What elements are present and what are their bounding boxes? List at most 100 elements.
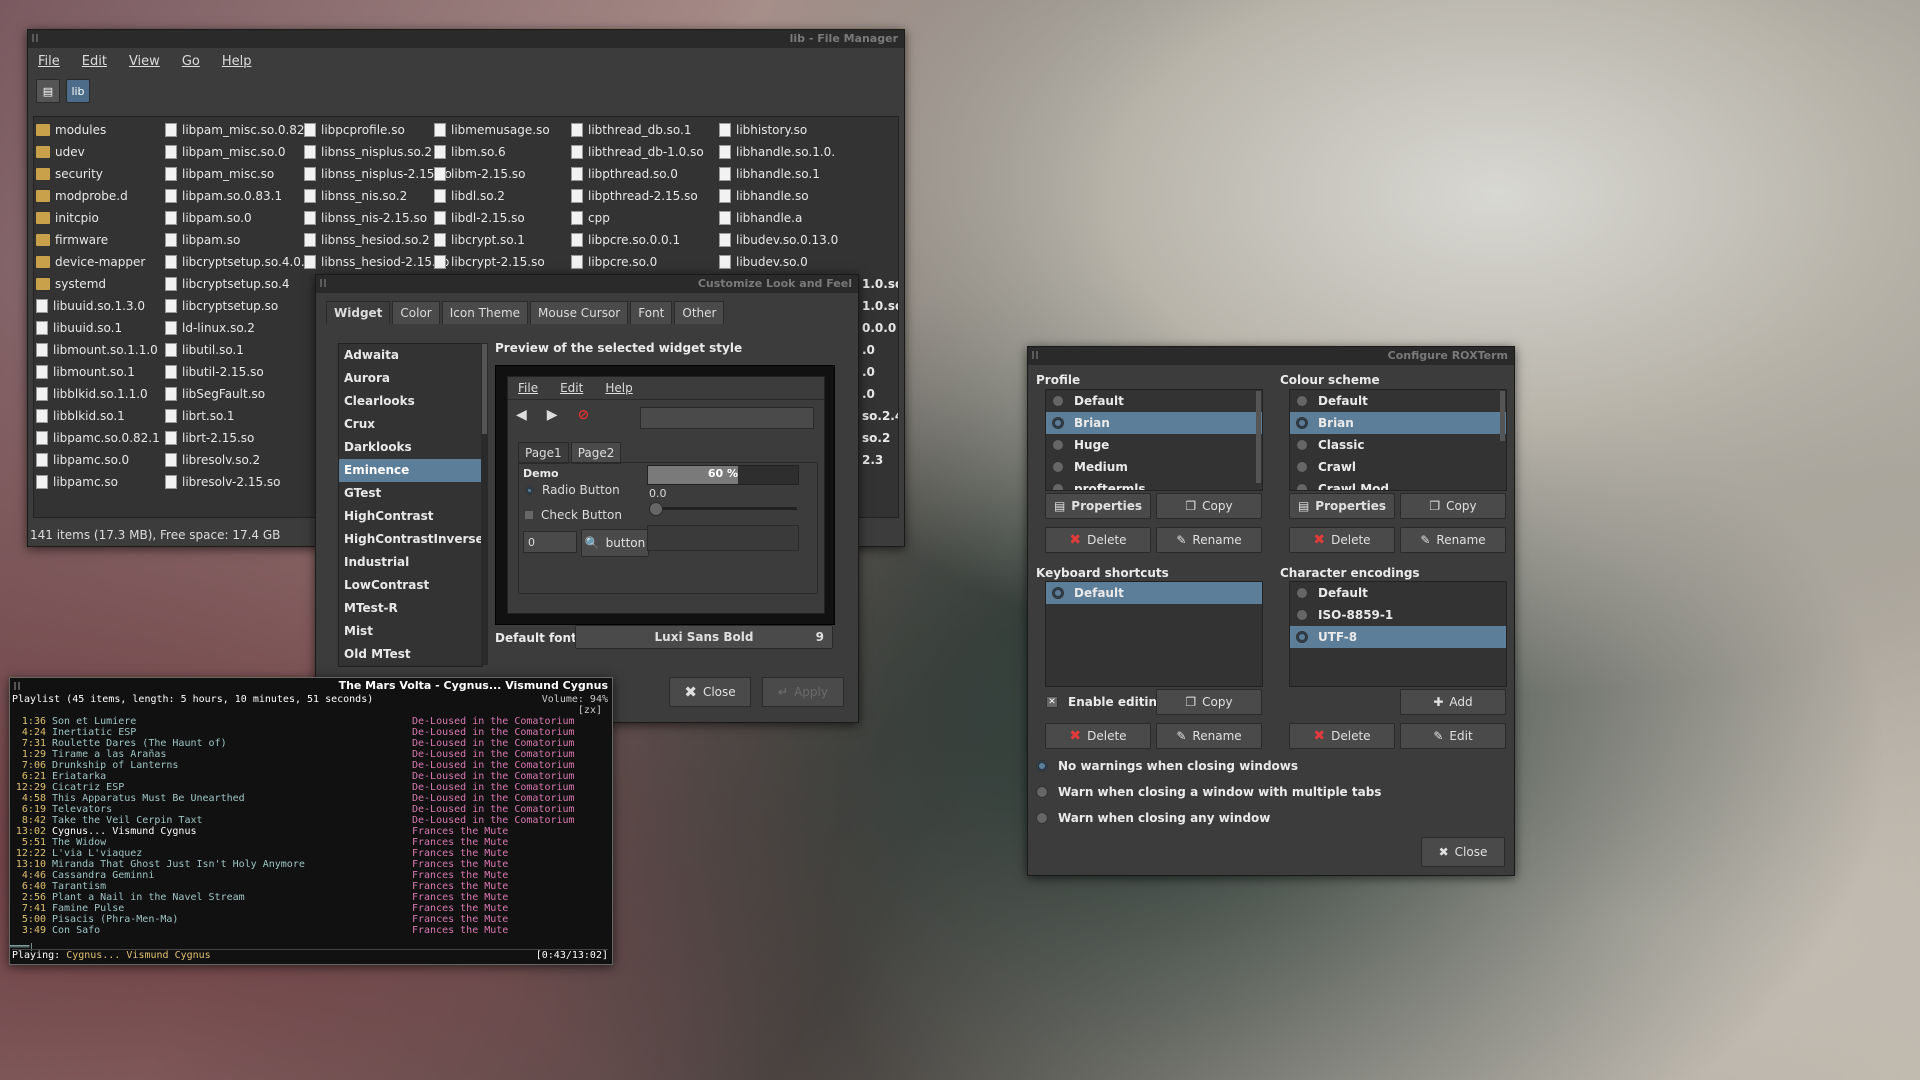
file-item[interactable]: libpam_misc.so.0.82.0 (165, 119, 316, 141)
file-item[interactable]: libpthread.so.0 (571, 163, 704, 185)
theme-item[interactable]: HighContrastInverse (339, 528, 482, 551)
playlist-row[interactable]: 4:58 This Apparatus Must Be Unearthed De-L… (12, 793, 612, 804)
profile-scrollbar[interactable] (1256, 391, 1261, 483)
file-item[interactable]: libnss_nis.so.2 (304, 185, 452, 207)
playlist-row[interactable]: 5:51 The Widow Frances the Mute (12, 837, 612, 848)
file-item[interactable]: libpam_misc.so.0 (165, 141, 316, 163)
encodings-list[interactable]: Default ISO-8859-1 UTF-8 (1289, 581, 1507, 687)
theme-item[interactable]: Mist (339, 620, 482, 643)
folder-item[interactable]: firmware (36, 229, 160, 251)
file-item[interactable]: libdl-2.15.so (434, 207, 550, 229)
playlist-row[interactable]: 1:36 Son et Lumiere De-Loused in the Comat… (12, 716, 612, 727)
file-item[interactable]: libmount.so.1 (36, 361, 160, 383)
shortcut-copy-button[interactable]: ❐ Copy (1156, 689, 1262, 715)
file-item[interactable]: libnss_hesiod.so.2 (304, 229, 452, 251)
warn-option-none[interactable]: No warnings when closing windows (1036, 759, 1298, 773)
warn-option-multiple-tabs[interactable]: Warn when closing a window with multiple… (1036, 785, 1381, 799)
file-item[interactable]: libresolv.so.2 (165, 449, 316, 471)
colour-scheme-item[interactable]: Crawl (1290, 456, 1506, 478)
folder-item[interactable]: device-mapper (36, 251, 160, 273)
music-player-terminal[interactable]: The Mars Volta - Cygnus... Vismund Cygnu… (9, 677, 613, 965)
file-item[interactable]: libresolv-2.15.so (165, 471, 316, 493)
scale-handle[interactable] (649, 502, 663, 516)
playlist-row[interactable]: 7:41 Famine Pulse Frances the Mute (12, 903, 612, 914)
theme-item[interactable]: HighContrast (339, 505, 482, 528)
playlist-row[interactable]: 6:40 Tarantism Frances the Mute (12, 881, 612, 892)
profile-properties-button[interactable]: ▤ Properties (1045, 493, 1151, 519)
file-item[interactable]: libpam.so.0.83.1 (165, 185, 316, 207)
theme-item[interactable]: Clearlooks (339, 390, 482, 413)
file-item[interactable]: libpam_misc.so (165, 163, 316, 185)
profile-delete-button[interactable]: ✖ Delete (1045, 527, 1151, 553)
menu-view[interactable]: View (129, 54, 160, 69)
file-item[interactable]: libSegFault.so (165, 383, 316, 405)
file-item[interactable]: libnss_hesiod-2.15.so (304, 251, 452, 273)
tab-color[interactable]: Color (392, 301, 440, 324)
file-item[interactable]: libblkid.so.1 (36, 405, 160, 427)
grip-icon[interactable] (320, 279, 328, 287)
playlist-row[interactable]: 2:56 Plant a Nail in the Navel Stream Fran… (12, 892, 612, 903)
drive-icon[interactable]: ▤ (36, 79, 60, 103)
tab-mouse-cursor[interactable]: Mouse Cursor (530, 301, 629, 324)
profile-item[interactable]: Brian (1046, 412, 1262, 434)
playlist-row[interactable]: 5:00 Pisacis (Phra-Men-Ma) Frances the Mut… (12, 914, 612, 925)
tab-icon-theme[interactable]: Icon Theme (441, 301, 529, 324)
preview-entry[interactable] (640, 407, 814, 429)
file-item[interactable]: libhistory.so (719, 119, 838, 141)
demo-combo[interactable] (647, 525, 799, 551)
colour-scheme-item[interactable]: Crawl Mod (1290, 478, 1506, 490)
profile-item[interactable]: Huge (1046, 434, 1262, 456)
file-name-partial[interactable]: so.2.4 (862, 405, 898, 427)
playlist-row[interactable]: 6:21 Eriatarka De-Loused in the Comatorium (12, 771, 612, 782)
playlist[interactable]: 1:36 Son et Lumiere De-Loused in the Comat… (10, 716, 612, 936)
tab-other[interactable]: Other (674, 301, 725, 324)
file-item[interactable]: libpcprofile.so (304, 119, 452, 141)
profile-item[interactable]: proftermls (1046, 478, 1262, 490)
theme-item[interactable]: Eminence (339, 459, 482, 482)
file-item[interactable]: libmount.so.1.1.0 (36, 339, 160, 361)
theme-list-scrollbar[interactable] (481, 343, 488, 665)
enable-editing-checkbox[interactable]: ✕ Enable editing (1046, 695, 1166, 709)
playlist-row[interactable]: 12:22 L'via L'viaquez Frances the Mute (12, 848, 612, 859)
file-item[interactable]: libhandle.so.1 (719, 163, 838, 185)
shortcut-rename-button[interactable]: ✎ Rename (1156, 723, 1262, 749)
folder-item[interactable]: initcpio (36, 207, 160, 229)
file-item[interactable]: libm-2.15.so (434, 163, 550, 185)
file-item[interactable]: libblkid.so.1.1.0 (36, 383, 160, 405)
profile-item[interactable]: Default (1046, 390, 1262, 412)
file-item[interactable]: libpamc.so.0 (36, 449, 160, 471)
menu-file[interactable]: File (38, 54, 60, 69)
file-item[interactable]: libcrypt-2.15.so (434, 251, 550, 273)
demo-button[interactable]: 🔍 button (581, 529, 649, 557)
preview-tab-page2[interactable]: Page2 (570, 442, 622, 464)
file-name-partial[interactable]: 0.0.0 (862, 317, 898, 339)
playlist-row[interactable]: 7:06 Drunkship of Lanterns De-Loused in th… (12, 760, 612, 771)
preview-menu-file[interactable]: File (518, 381, 538, 395)
file-item[interactable]: libcryptsetup.so.4 (165, 273, 316, 295)
folder-item[interactable]: security (36, 163, 160, 185)
file-item[interactable]: libutil.so.1 (165, 339, 316, 361)
theme-item[interactable]: Aurora (339, 367, 482, 390)
playlist-row[interactable]: 13:10 Miranda That Ghost Just Isn't Holy … (12, 859, 612, 870)
file-item[interactable]: libpcre.so.0.0.1 (571, 229, 704, 251)
file-item[interactable]: libhandle.a (719, 207, 838, 229)
playlist-row[interactable]: 1:29 Tirame a las Arañas De-Loused in the … (12, 749, 612, 760)
theme-list[interactable]: Adwaita Aurora Clearlooks Crux Darklooks Emin… (338, 343, 483, 667)
tab-font[interactable]: Font (630, 301, 673, 324)
file-item[interactable]: libcryptsetup.so.4.0.0 (165, 251, 316, 273)
warn-option-any[interactable]: Warn when closing any window (1036, 811, 1270, 825)
file-item[interactable]: libutil-2.15.so (165, 361, 316, 383)
file-item[interactable]: libm.so.6 (434, 141, 550, 163)
encoding-item[interactable]: Default (1290, 582, 1506, 604)
colour-scheme-item[interactable]: Classic (1290, 434, 1506, 456)
rox-close-button[interactable]: ✖ Close (1421, 837, 1505, 867)
clf-titlebar[interactable]: Customize Look and Feel (316, 275, 858, 293)
playlist-row[interactable]: 12:29 Cicatriz ESP De-Loused in the Comato… (12, 782, 612, 793)
encoding-item[interactable]: UTF-8 (1290, 626, 1506, 648)
stop-icon[interactable]: ⊘ (578, 407, 590, 423)
colour-properties-button[interactable]: ▤ Properties (1289, 493, 1395, 519)
preview-menu-edit[interactable]: Edit (560, 381, 583, 395)
theme-item[interactable]: GTest (339, 482, 482, 505)
demo-spinner[interactable]: 0 (523, 531, 577, 553)
playlist-row[interactable]: 8:42 Take the Veil Cerpin Taxt De-Loused i… (12, 815, 612, 826)
